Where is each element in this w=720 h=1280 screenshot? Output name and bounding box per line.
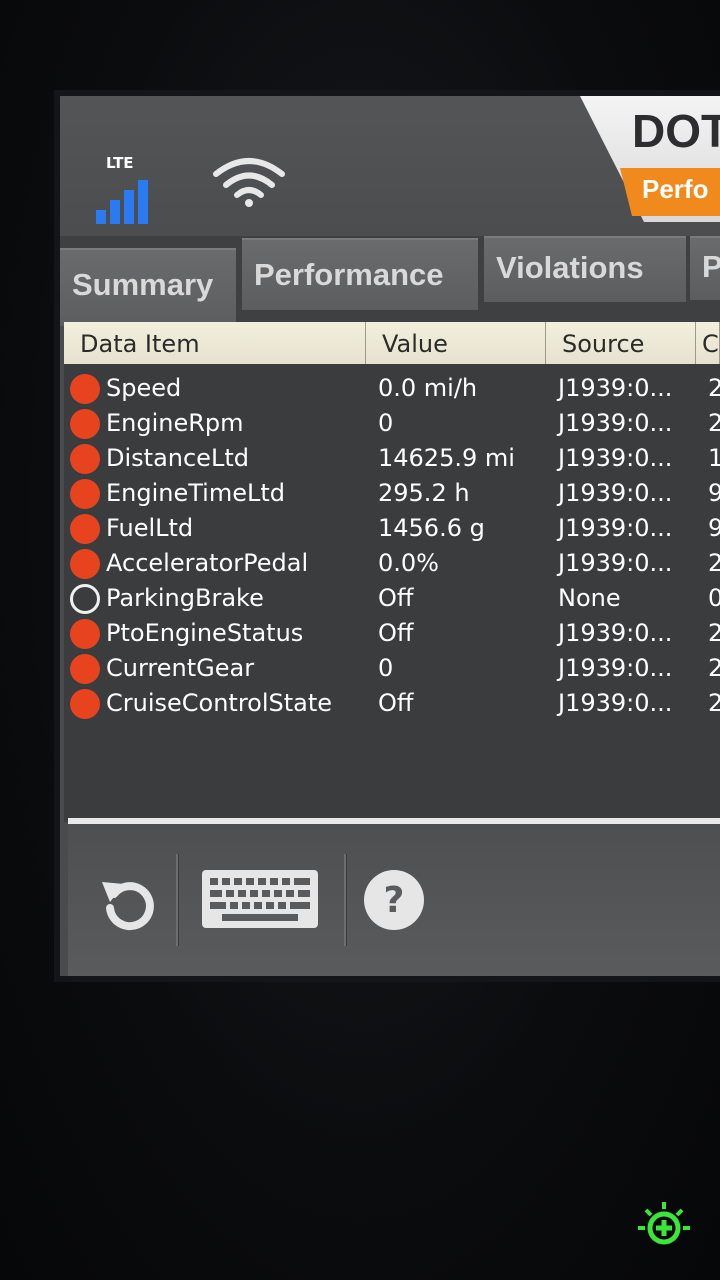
svg-text:?: ? [384,880,405,921]
status-dot-icon [70,409,100,439]
row-name: FuelLtd [106,514,194,542]
brand-badge: Perfo [620,168,720,216]
table-row[interactable]: AcceleratorPedal 0.0% J1939:0... 2 [64,547,720,582]
signal-bars-icon [96,174,160,224]
table-row[interactable]: FuelLtd 1456.6 g J1939:0... 9 [64,512,720,547]
column-header-extra[interactable]: C [696,322,720,364]
row-extra: 2 [708,409,720,437]
status-dot-icon [70,479,100,509]
row-name: ParkingBrake [106,584,264,612]
row-source: J1939:0... [558,444,673,472]
toolbar-separator [176,854,179,946]
wifi-icon [213,158,285,207]
column-header-value[interactable]: Value [366,322,546,364]
row-extra: 9 [708,514,720,542]
row-extra: 2 [708,374,720,402]
table-row[interactable]: Speed 0.0 mi/h J1939:0... 2 [64,372,720,407]
status-dot-icon [70,689,100,719]
row-value: 0.0 mi/h [378,374,478,402]
tab-performance[interactable]: Performance [242,238,478,310]
table-row[interactable]: EngineTimeLtd 295.2 h J1939:0... 9 [64,477,720,512]
table-row[interactable]: DistanceLtd 14625.9 mi J1939:0... 1 [64,442,720,477]
brand-title: DOT [632,105,720,157]
row-value: 0.0% [378,549,439,577]
data-table: Data Item Value Source C Speed 0.0 mi/h … [64,322,720,822]
row-name: Speed [106,374,182,402]
column-header-source[interactable]: Source [546,322,696,364]
row-value: 0 [378,654,394,682]
row-extra: 2 [708,619,720,647]
status-dot-icon [70,374,100,404]
row-source: J1939:0... [558,409,673,437]
tab-partial[interactable]: P [690,236,720,300]
device-screen: LTE DOT Perfo Summary Performance Violat… [60,96,720,976]
help-icon[interactable]: ? [362,868,426,932]
row-source: J1939:0... [558,549,673,577]
row-source: J1939:0... [558,654,673,682]
refresh-icon[interactable] [98,872,158,932]
status-dot-icon [70,549,100,579]
row-source: J1939:0... [558,514,673,542]
status-dot-icon [70,444,100,474]
row-name: CruiseControlState [106,689,333,717]
row-name: CurrentGear [106,654,255,682]
status-dot-inactive-icon [70,584,100,614]
keyboard-icon[interactable] [200,868,320,930]
tab-summary[interactable]: Summary [60,248,236,326]
status-dot-icon [70,619,100,649]
row-source: J1939:0... [558,479,673,507]
row-value: 1456.6 g [378,514,485,542]
footer-toolbar: ? [68,824,720,976]
row-extra: 2 [708,689,720,717]
row-name: EngineTimeLtd [106,479,286,507]
row-name: AcceleratorPedal [106,549,309,577]
row-source: J1939:0... [558,374,673,402]
row-value: Off [378,689,414,717]
row-name: DistanceLtd [106,444,249,472]
status-dot-icon [70,654,100,684]
column-header-data-item[interactable]: Data Item [64,322,366,364]
table-row[interactable]: CurrentGear 0 J1939:0... 2 [64,652,720,687]
table-row[interactable]: PtoEngineStatus Off J1939:0... 2 [64,617,720,652]
row-extra: 0 [708,584,720,612]
row-name: PtoEngineStatus [106,619,304,647]
row-extra: 2 [708,654,720,682]
row-value: 14625.9 mi [378,444,515,472]
row-value: 0 [378,409,394,437]
row-source: None [558,584,621,612]
row-value: Off [378,584,414,612]
row-extra: 1 [708,444,720,472]
table-row[interactable]: ParkingBrake Off None 0 [64,582,720,617]
row-value: 295.2 h [378,479,470,507]
row-source: J1939:0... [558,619,673,647]
status-header: LTE DOT Perfo [60,96,720,246]
network-label: LTE [106,154,134,172]
row-name: EngineRpm [106,409,244,437]
row-extra: 2 [708,549,720,577]
tab-bar: Summary Performance Violations P [60,236,720,326]
table-row[interactable]: EngineRpm 0 J1939:0... 2 [64,407,720,442]
power-led-icon [638,1202,690,1245]
toolbar-separator [344,854,347,946]
status-dot-icon [70,514,100,544]
row-value: Off [378,619,414,647]
brand-badge-label: Perfo [642,174,709,204]
row-source: J1939:0... [558,689,673,717]
row-extra: 9 [708,479,720,507]
tab-violations[interactable]: Violations [484,236,686,302]
table-row[interactable]: CruiseControlState Off J1939:0... 2 [64,687,720,722]
